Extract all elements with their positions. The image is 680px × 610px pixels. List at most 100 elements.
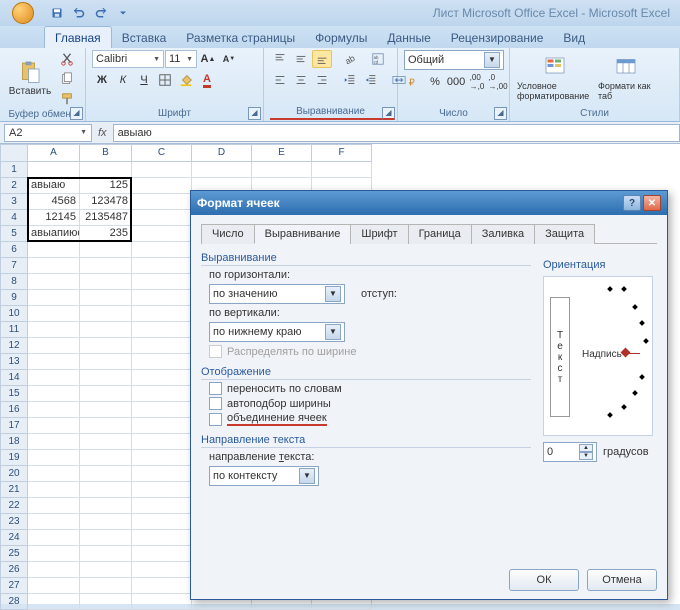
align-left-icon[interactable] — [270, 71, 290, 89]
row-header[interactable]: 13 — [0, 354, 28, 370]
cell[interactable] — [80, 386, 132, 402]
cell[interactable]: 235 — [80, 226, 132, 242]
cell[interactable] — [28, 466, 80, 482]
select-all-corner[interactable] — [0, 144, 28, 162]
row-header[interactable]: 22 — [0, 498, 28, 514]
cell[interactable] — [28, 594, 80, 610]
decrease-decimal-icon[interactable]: ,0→,00 — [488, 73, 508, 91]
cell[interactable] — [28, 258, 80, 274]
cell[interactable] — [80, 242, 132, 258]
percent-icon[interactable]: % — [425, 73, 445, 91]
row-header[interactable]: 8 — [0, 274, 28, 290]
cell[interactable] — [28, 514, 80, 530]
cell[interactable]: 125 — [80, 178, 132, 194]
v-align-select[interactable]: по нижнему краю▼ — [209, 322, 345, 342]
font-color-icon[interactable]: A — [197, 71, 217, 89]
cell[interactable] — [28, 498, 80, 514]
currency-icon[interactable]: ₽ — [404, 73, 424, 91]
number-launcher[interactable]: ◢ — [494, 107, 507, 120]
row-header[interactable]: 11 — [0, 322, 28, 338]
cell[interactable] — [132, 546, 192, 562]
qat-more-icon[interactable] — [114, 4, 132, 22]
col-header[interactable]: E — [252, 144, 312, 162]
row-header[interactable]: 9 — [0, 290, 28, 306]
cell[interactable]: 123478 — [80, 194, 132, 210]
row-header[interactable]: 20 — [0, 466, 28, 482]
cell[interactable] — [132, 226, 192, 242]
font-name-combo[interactable]: Calibri▼ — [92, 50, 164, 68]
cell[interactable] — [132, 306, 192, 322]
cell[interactable] — [80, 498, 132, 514]
font-launcher[interactable]: ◢ — [248, 107, 261, 120]
row-header[interactable]: 18 — [0, 434, 28, 450]
degrees-spinner[interactable]: 0▲▼ — [543, 442, 597, 462]
cell[interactable] — [80, 434, 132, 450]
row-header[interactable]: 27 — [0, 578, 28, 594]
cut-icon[interactable] — [57, 50, 77, 68]
tab-protect[interactable]: Защита — [534, 224, 595, 244]
cell[interactable] — [80, 258, 132, 274]
row-header[interactable]: 26 — [0, 562, 28, 578]
cell[interactable] — [132, 322, 192, 338]
cell[interactable] — [132, 338, 192, 354]
cancel-button[interactable]: Отмена — [587, 569, 657, 591]
copy-icon[interactable] — [57, 70, 77, 88]
formula-input[interactable]: авыаю — [113, 124, 680, 142]
cell[interactable] — [132, 466, 192, 482]
cell[interactable] — [80, 322, 132, 338]
cell[interactable] — [80, 546, 132, 562]
help-icon[interactable]: ? — [623, 195, 641, 211]
row-header[interactable]: 10 — [0, 306, 28, 322]
cell[interactable] — [28, 402, 80, 418]
tab-fill[interactable]: Заливка — [471, 224, 535, 244]
cell[interactable]: авыапиюс — [28, 226, 80, 242]
tab-review[interactable]: Рецензирование — [441, 27, 554, 48]
cell[interactable] — [132, 274, 192, 290]
cell[interactable] — [28, 578, 80, 594]
cell[interactable] — [132, 194, 192, 210]
cell[interactable] — [132, 434, 192, 450]
cell[interactable] — [80, 418, 132, 434]
align-center-icon[interactable] — [291, 71, 311, 89]
cell[interactable] — [132, 242, 192, 258]
format-table-button[interactable]: Формати как таб — [597, 50, 655, 106]
cell[interactable] — [132, 418, 192, 434]
text-dir-select[interactable]: по контексту▼ — [209, 466, 319, 486]
comma-icon[interactable]: 000 — [446, 73, 466, 91]
row-header[interactable]: 23 — [0, 514, 28, 530]
cell[interactable] — [132, 210, 192, 226]
autofit-checkbox[interactable]: автоподбор ширины — [209, 397, 531, 410]
cell[interactable] — [132, 402, 192, 418]
cell[interactable] — [132, 370, 192, 386]
cell[interactable] — [132, 530, 192, 546]
cell[interactable] — [28, 354, 80, 370]
row-header[interactable]: 5 — [0, 226, 28, 242]
conditional-format-button[interactable]: Условное форматирование — [516, 50, 594, 106]
merge-checkbox[interactable]: объединение ячеек — [209, 412, 531, 426]
increase-decimal-icon[interactable]: ,00→,0 — [467, 73, 487, 91]
row-header[interactable]: 3 — [0, 194, 28, 210]
italic-icon[interactable]: К — [113, 71, 133, 89]
cell[interactable]: 2135487 — [80, 210, 132, 226]
format-painter-icon[interactable] — [57, 90, 77, 108]
cell[interactable] — [28, 546, 80, 562]
cell[interactable] — [28, 306, 80, 322]
row-header[interactable]: 4 — [0, 210, 28, 226]
tab-data[interactable]: Данные — [377, 27, 440, 48]
cell[interactable] — [80, 290, 132, 306]
cell[interactable] — [28, 562, 80, 578]
cell[interactable] — [80, 562, 132, 578]
save-icon[interactable] — [48, 4, 66, 22]
tab-border[interactable]: Граница — [408, 224, 472, 244]
cell[interactable] — [132, 354, 192, 370]
cell[interactable] — [28, 386, 80, 402]
row-header[interactable]: 15 — [0, 386, 28, 402]
cell[interactable] — [80, 530, 132, 546]
cell[interactable] — [28, 274, 80, 290]
cell[interactable] — [80, 578, 132, 594]
cell[interactable] — [28, 290, 80, 306]
orientation-control[interactable]: Текст Надпись — [543, 276, 653, 436]
cell[interactable]: авыаю — [28, 178, 80, 194]
row-header[interactable]: 19 — [0, 450, 28, 466]
cell[interactable] — [80, 594, 132, 610]
